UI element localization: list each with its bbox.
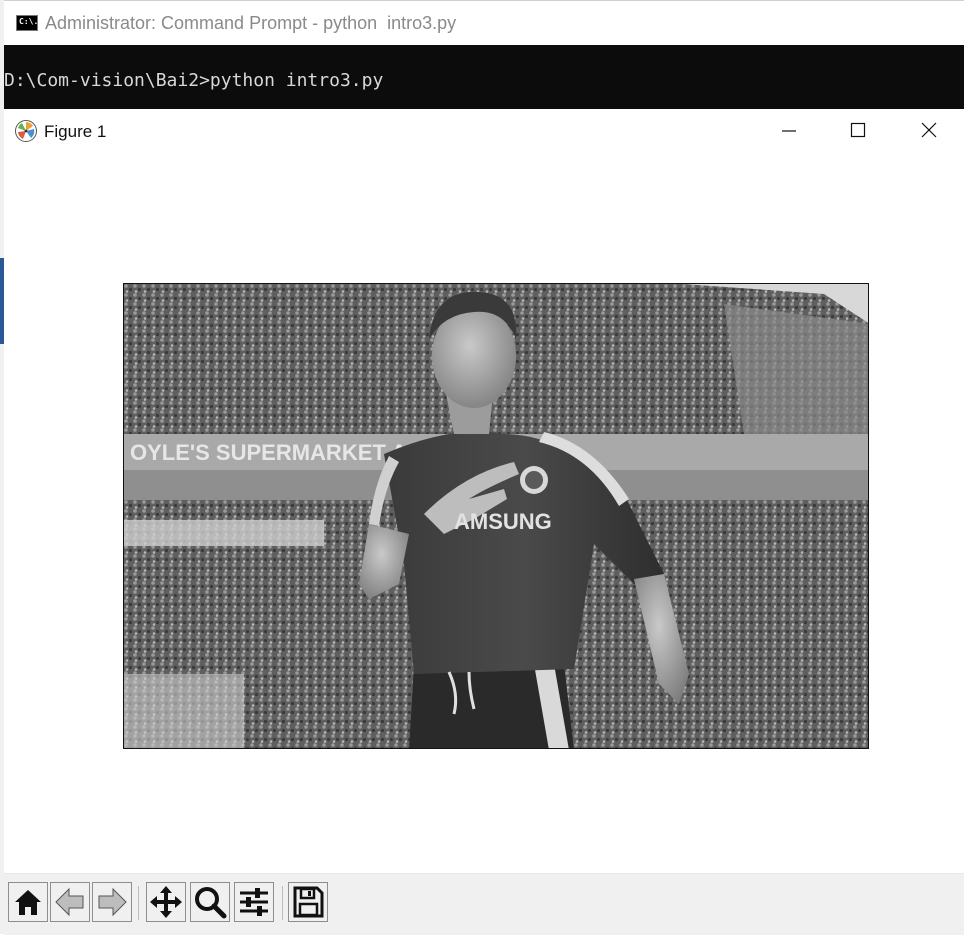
home-button[interactable]	[8, 882, 48, 922]
jersey-sponsor-text: AMSUNG	[454, 509, 552, 534]
back-arrow-icon	[55, 887, 84, 917]
figure-window: Figure 1 OYLE'S SUPERMARKET AR AMSUNG	[4, 109, 964, 935]
cmd-titlebar[interactable]: C:\. Administrator: Command Prompt - pyt…	[4, 0, 964, 45]
configure-subplots-button[interactable]	[234, 882, 274, 922]
close-button[interactable]	[894, 109, 964, 153]
figure-canvas[interactable]: OYLE'S SUPERMARKET AR AMSUNG	[4, 153, 964, 873]
image-axes[interactable]: OYLE'S SUPERMARKET AR AMSUNG	[123, 283, 869, 749]
maximize-button[interactable]	[824, 109, 894, 153]
back-button[interactable]	[50, 882, 90, 922]
save-button[interactable]	[288, 882, 328, 922]
minimize-button[interactable]	[754, 109, 824, 153]
toolbar-separator	[282, 886, 283, 920]
forward-button[interactable]	[92, 882, 132, 922]
toolbar-separator	[138, 886, 139, 920]
cmd-window-title: Administrator: Command Prompt - python i…	[45, 13, 457, 33]
home-icon	[15, 890, 41, 915]
console-command-line: D:\Com-vision\Bai2>python intro3.py	[4, 70, 384, 91]
minimize-icon	[782, 130, 796, 132]
figure-title: Figure 1	[44, 122, 107, 141]
grayscale-photo: OYLE'S SUPERMARKET AR AMSUNG	[124, 284, 868, 748]
forward-arrow-icon	[98, 887, 127, 917]
maximize-icon	[850, 122, 866, 138]
zoom-button[interactable]	[190, 882, 230, 922]
pan-icon	[150, 886, 182, 918]
console-output[interactable]: D:\Com-vision\Bai2>python intro3.py	[4, 45, 964, 109]
close-icon	[921, 122, 937, 138]
navigation-toolbar	[4, 873, 964, 935]
zoom-icon	[195, 887, 227, 919]
configure-subplots-icon	[240, 888, 268, 916]
cmd-icon: C:\.	[16, 15, 38, 31]
figure-titlebar[interactable]: Figure 1	[4, 109, 964, 153]
matplotlib-icon	[15, 120, 37, 142]
stadium-banner-text: OYLE'S SUPERMARKET AR	[130, 440, 423, 465]
pan-button[interactable]	[146, 882, 186, 922]
save-icon	[293, 886, 324, 918]
